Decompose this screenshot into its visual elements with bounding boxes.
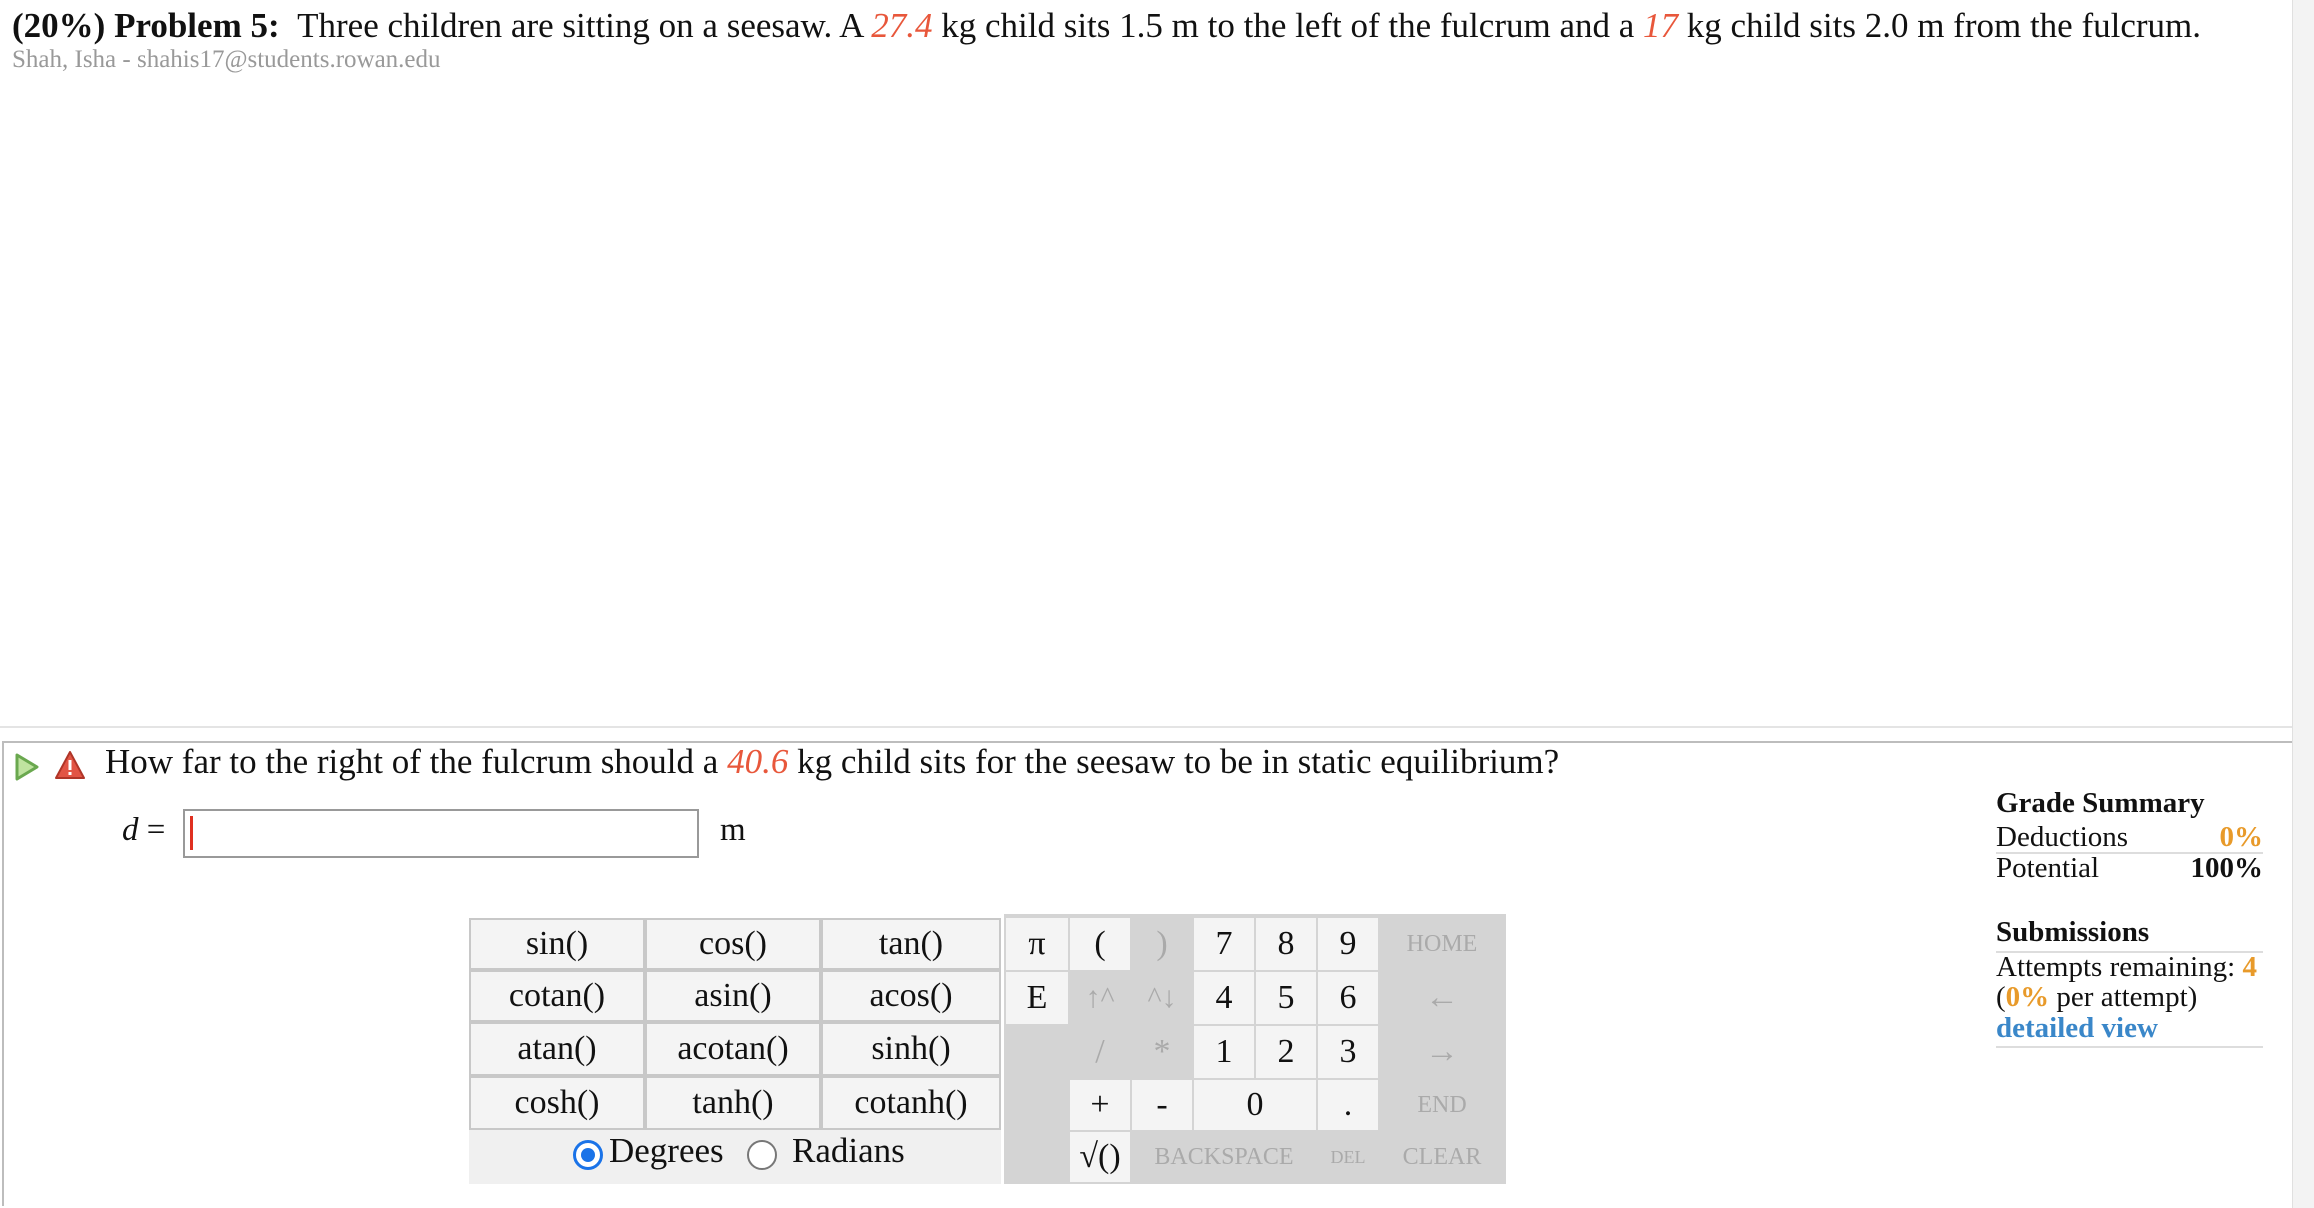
key-sinh[interactable]: sinh(): [821, 1022, 1001, 1076]
potential-label: Potential: [1996, 852, 2100, 884]
key-up[interactable]: ↑^: [1070, 972, 1130, 1024]
key-end[interactable]: END: [1380, 1080, 1504, 1130]
key-right-arrow[interactable]: →: [1380, 1026, 1504, 1078]
attempts-value: 4: [2242, 951, 2257, 983]
key-backspace[interactable]: BACKSPACE: [1132, 1132, 1316, 1182]
per-attempt: (0% per attempt): [1996, 981, 2197, 1014]
problem-label: Problem 5:: [114, 6, 280, 45]
per-attempt-value: 0%: [2005, 981, 2050, 1013]
key-7[interactable]: 7: [1194, 918, 1254, 970]
per-attempt-label: per attempt): [2049, 981, 2198, 1013]
degrees-label[interactable]: Degrees: [609, 1131, 724, 1171]
question-mass: 40.6: [727, 742, 789, 781]
key-clear[interactable]: CLEAR: [1380, 1132, 1504, 1182]
key-3[interactable]: 3: [1318, 1026, 1378, 1078]
radians-radio[interactable]: [747, 1140, 777, 1170]
grade-summary-title: Grade Summary: [1996, 787, 2205, 819]
key-divide[interactable]: /: [1070, 1026, 1130, 1078]
key-acos[interactable]: acos(): [821, 970, 1001, 1022]
key-tanh[interactable]: tanh(): [645, 1076, 821, 1130]
answer-variable: d: [122, 812, 139, 848]
key-0[interactable]: 0: [1194, 1080, 1316, 1130]
deductions-value: 0%: [2219, 821, 2264, 853]
answer-variable-label: d =: [122, 812, 165, 849]
attempts-label: Attempts remaining:: [1996, 951, 2243, 983]
key-cotan[interactable]: cotan(): [469, 970, 645, 1022]
key-multiply[interactable]: *: [1132, 1026, 1192, 1078]
key-cotanh[interactable]: cotanh(): [821, 1076, 1001, 1130]
problem-text-2: kg child sits 1.5 m to the left of the f…: [932, 6, 1644, 45]
problem-mass-2: 17: [1643, 6, 1679, 45]
problem-percent: (20%): [12, 6, 106, 45]
detailed-view-wrap: detailed view: [1996, 1012, 2158, 1045]
problem-header: (20%) Problem 5: Three children are sitt…: [12, 6, 2201, 46]
key-open-paren[interactable]: (: [1070, 918, 1130, 970]
key-tan[interactable]: tan(): [821, 918, 1001, 970]
key-atan[interactable]: atan(): [469, 1022, 645, 1076]
key-down[interactable]: ^↓: [1132, 972, 1192, 1024]
divider-line: [1996, 1046, 2263, 1048]
key-blank: [1006, 1132, 1068, 1182]
key-8[interactable]: 8: [1256, 918, 1316, 970]
answer-equals: =: [146, 812, 166, 848]
key-blank: [1006, 1026, 1068, 1078]
per-open: (: [1996, 981, 2006, 1013]
text-caret: [190, 816, 193, 850]
degrees-radio[interactable]: [573, 1140, 603, 1170]
potential-value: 100%: [2190, 852, 2264, 884]
question-text: How far to the right of the fulcrum shou…: [105, 742, 1559, 782]
detailed-view-link[interactable]: detailed view: [1996, 1012, 2158, 1044]
student-info: Shah, Isha - shahis17@students.rowan.edu: [12, 46, 441, 73]
problem-text-3: kg child sits 2.0 m from the fulcrum.: [1678, 6, 2201, 45]
radians-label[interactable]: Radians: [792, 1131, 905, 1171]
key-left-arrow[interactable]: ←: [1380, 972, 1504, 1024]
key-sqrt[interactable]: √(): [1070, 1132, 1130, 1182]
key-sin[interactable]: sin(): [469, 918, 645, 970]
submissions-title: Submissions: [1996, 916, 2150, 948]
play-icon[interactable]: [14, 752, 40, 782]
deductions-label: Deductions: [1996, 821, 2129, 853]
key-5[interactable]: 5: [1256, 972, 1316, 1024]
key-minus[interactable]: -: [1132, 1080, 1192, 1130]
key-pi[interactable]: π: [1006, 918, 1068, 970]
key-acotan[interactable]: acotan(): [645, 1022, 821, 1076]
answer-input[interactable]: [183, 809, 699, 858]
key-home[interactable]: HOME: [1380, 918, 1504, 970]
key-9[interactable]: 9: [1318, 918, 1378, 970]
key-e[interactable]: E: [1006, 972, 1068, 1024]
attempts-remaining: Attempts remaining: 4: [1996, 951, 2257, 984]
key-close-paren[interactable]: ): [1132, 918, 1192, 970]
key-6[interactable]: 6: [1318, 972, 1378, 1024]
key-asin[interactable]: asin(): [645, 970, 821, 1022]
key-2[interactable]: 2: [1256, 1026, 1316, 1078]
key-1[interactable]: 1: [1194, 1026, 1254, 1078]
key-cos[interactable]: cos(): [645, 918, 821, 970]
problem-text-1: Three children are sitting on a seesaw. …: [297, 6, 872, 45]
problem-mass-1: 27.4: [871, 6, 933, 45]
answer-unit: m: [720, 812, 746, 848]
key-dot[interactable]: .: [1318, 1080, 1378, 1130]
angle-mode-row: [469, 1130, 1001, 1184]
key-cosh[interactable]: cosh(): [469, 1076, 645, 1130]
key-blank: [1006, 1080, 1068, 1130]
warning-icon: [55, 751, 85, 779]
scrollbar[interactable]: [2292, 0, 2314, 1208]
section-divider: [0, 726, 2314, 728]
key-plus[interactable]: +: [1070, 1080, 1130, 1130]
key-4[interactable]: 4: [1194, 972, 1254, 1024]
key-del[interactable]: DEL: [1318, 1132, 1378, 1182]
question-text-1: How far to the right of the fulcrum shou…: [105, 742, 728, 781]
question-text-2: kg child sits for the seesaw to be in st…: [788, 742, 1560, 781]
